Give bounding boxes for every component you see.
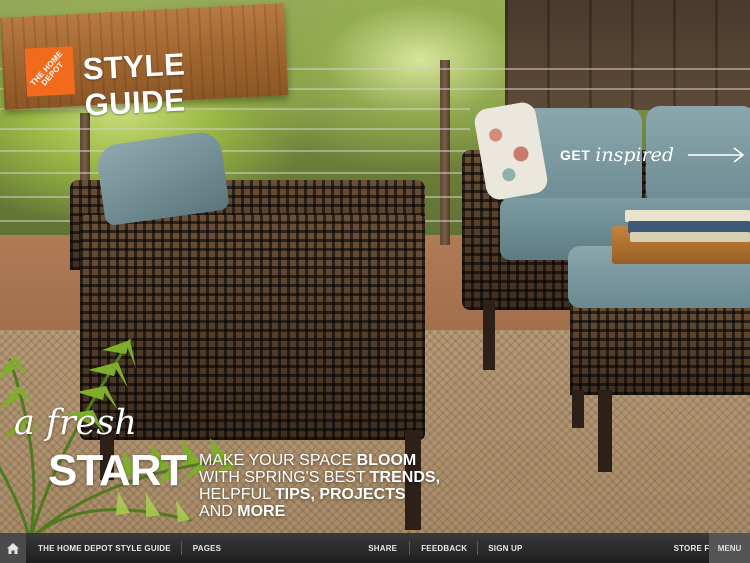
home-button[interactable] [0, 533, 26, 563]
nav-pages[interactable]: PAGES [193, 544, 221, 553]
bottom-nav-bar: THE HOME DEPOT STYLE GUIDE PAGES SHARE F… [0, 533, 750, 563]
railing-cable [0, 172, 470, 174]
headline-main: START [48, 446, 187, 495]
nav-sign-up[interactable]: SIGN UP [488, 544, 522, 553]
get-inspired-button[interactable]: GET inspired [560, 140, 746, 170]
tagline-emphasis: BLOOM [356, 452, 417, 469]
tagline-emphasis: MORE [237, 503, 286, 520]
book [630, 232, 750, 242]
home-icon [7, 542, 19, 554]
tagline-text: WITH SPRING'S BEST [199, 469, 370, 486]
arrow-right-icon [688, 147, 745, 163]
nav-style-guide[interactable]: THE HOME DEPOT STYLE GUIDE [38, 544, 171, 553]
tagline-emphasis: TIPS, PROJECTS [274, 486, 406, 503]
home-depot-logo: THE HOME DEPOT [24, 46, 76, 97]
tagline-line: AND MORE [199, 503, 440, 520]
ottoman-leg [572, 390, 584, 428]
nav-feedback[interactable]: FEEDBACK [421, 544, 467, 553]
nav-share[interactable]: SHARE [368, 544, 397, 553]
nav-divider [477, 541, 479, 555]
headline-tagline: MAKE YOUR SPACE BLOOM WITH SPRING'S BEST… [199, 452, 440, 520]
ottoman-base [570, 300, 750, 395]
railing-cable [0, 150, 470, 152]
railing-cable [0, 128, 470, 130]
background-building [505, 0, 750, 110]
ottoman-leg [598, 390, 612, 472]
tagline-emphasis: TRENDS, [369, 469, 441, 486]
menu-button[interactable]: MENU [709, 533, 750, 563]
tagline-text: AND [199, 503, 238, 520]
cta-inspired-label: inspired [595, 144, 675, 166]
logo-text: THE HOME DEPOT [28, 49, 66, 88]
tagline-text: HELPFUL [199, 486, 275, 503]
style-guide-banner: THE HOME DEPOT STYLE GUIDE [0, 3, 289, 123]
tagline-line: MAKE YOUR SPACE BLOOM [199, 452, 440, 469]
headline-intro: a fresh [14, 403, 137, 443]
tagline-line: HELPFUL TIPS, PROJECTS [199, 486, 440, 503]
nav-divider [180, 541, 182, 555]
cta-get-label: GET [560, 147, 591, 163]
sofa-leg [483, 300, 495, 370]
tagline-line: WITH SPRING'S BEST TRENDS, [199, 469, 440, 486]
nav-divider [409, 541, 411, 555]
style-guide-cover: THE HOME DEPOT STYLE GUIDE GET inspired … [0, 0, 750, 563]
banner-title: STYLE GUIDE [81, 46, 187, 123]
tagline-text: MAKE YOUR SPACE [199, 452, 357, 469]
